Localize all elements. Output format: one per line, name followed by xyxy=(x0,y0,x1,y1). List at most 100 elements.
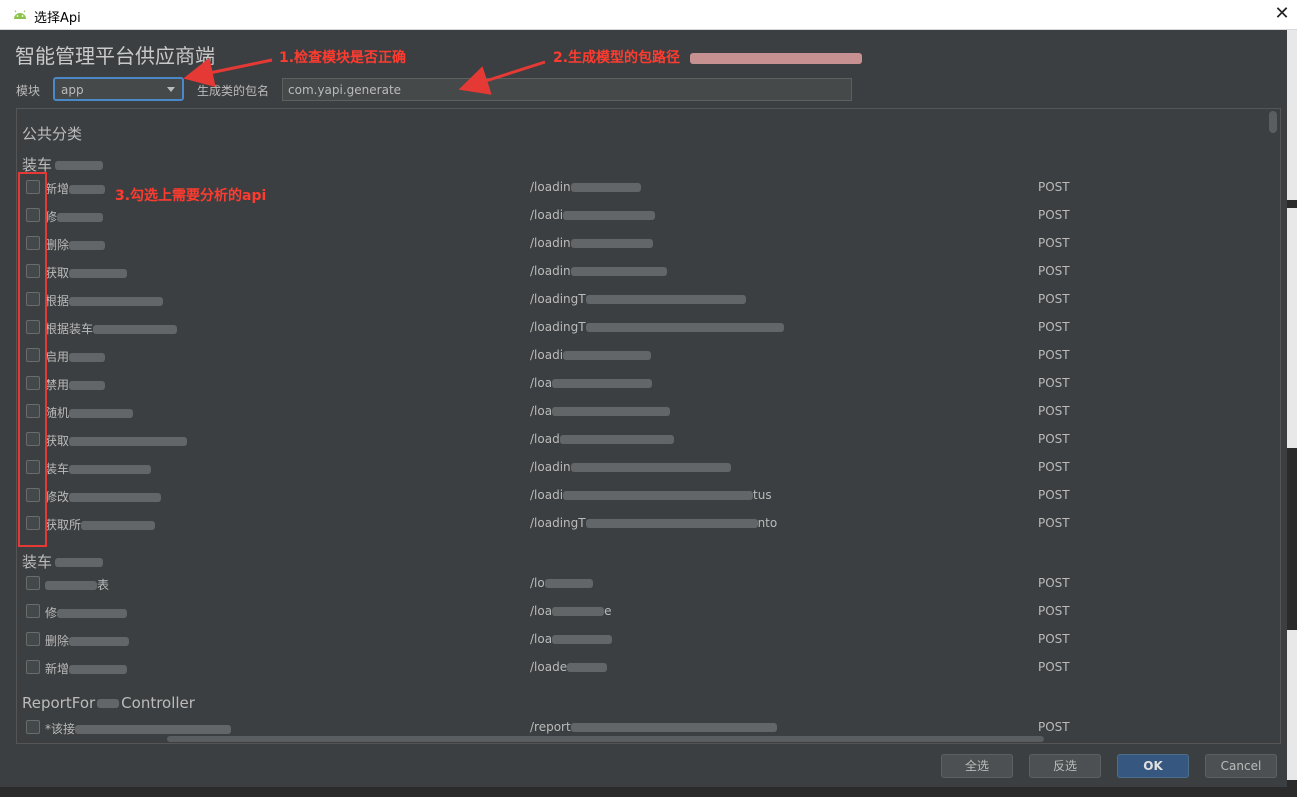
api-method: POST xyxy=(1038,348,1070,362)
api-name: 获取 xyxy=(45,264,128,281)
api-row[interactable]: 启用/loadi POST xyxy=(17,342,1265,370)
api-path: /loadin xyxy=(530,236,653,250)
api-path: /loadin xyxy=(530,180,641,194)
api-row[interactable]: 新增/loade POST xyxy=(17,654,1265,682)
api-method: POST xyxy=(1038,264,1070,278)
select-all-button[interactable]: 全选 xyxy=(941,754,1013,778)
api-method: POST xyxy=(1038,376,1070,390)
api-path: /loadingT xyxy=(530,292,746,306)
api-name: 表 xyxy=(45,576,109,593)
api-method: POST xyxy=(1038,180,1070,194)
chevron-down-icon xyxy=(167,87,175,92)
api-path: /loadi tus xyxy=(530,488,772,502)
annotation-3: 3.勾选上需要分析的api xyxy=(115,188,267,204)
api-method: POST xyxy=(1038,236,1070,250)
package-input[interactable]: com.yapi.generate xyxy=(282,78,852,101)
api-name: 修 xyxy=(45,208,104,225)
category-root: 公共分类 xyxy=(22,125,83,143)
api-path: /load xyxy=(530,432,674,446)
api-name: 修 xyxy=(45,604,128,621)
api-name: 随机 xyxy=(45,404,134,421)
api-row[interactable]: 修改/loadi tus POST xyxy=(17,482,1265,510)
api-row[interactable]: 获取/loadin POST xyxy=(17,258,1265,286)
api-name: 获取所 xyxy=(45,516,156,533)
background-ide-strip xyxy=(1287,30,1297,797)
api-row[interactable]: 修/loadi POST xyxy=(17,202,1265,230)
annotation-highlight-box xyxy=(18,172,47,547)
invert-selection-button[interactable]: 反选 xyxy=(1029,754,1101,778)
api-row[interactable]: 根据/loadingT POST xyxy=(17,286,1265,314)
background-ide-strip-bottom xyxy=(0,787,1297,797)
api-path: /loadi xyxy=(530,208,656,222)
api-method: POST xyxy=(1038,404,1070,418)
api-method: POST xyxy=(1038,460,1070,474)
api-path: /loa e xyxy=(530,604,612,618)
api-row[interactable]: 获取/load POST xyxy=(17,426,1265,454)
api-row[interactable]: 获取所/loadingT nto POST xyxy=(17,510,1265,538)
api-path: /loadingT nto xyxy=(530,516,778,530)
android-icon xyxy=(14,10,26,19)
module-select[interactable]: app xyxy=(53,77,184,101)
api-name: 修改 xyxy=(45,488,162,505)
horizontal-scrollbar[interactable] xyxy=(167,736,1044,742)
api-name: *该接 xyxy=(45,720,232,737)
annotation-2: 2.生成模型的包路径 xyxy=(553,47,863,67)
window-title: 选择Api xyxy=(34,11,81,26)
api-path: /lo xyxy=(530,576,593,590)
api-name: 获取 xyxy=(45,432,188,449)
project-heading: 智能管理平台供应商端 xyxy=(15,44,215,68)
row-checkbox[interactable] xyxy=(26,576,40,590)
row-checkbox[interactable] xyxy=(26,720,40,734)
row-checkbox[interactable] xyxy=(26,660,40,674)
group-header: ReportFor Controller xyxy=(22,694,195,712)
api-method: POST xyxy=(1038,488,1070,502)
api-method: POST xyxy=(1038,516,1070,530)
api-row[interactable]: 删除/loa POST xyxy=(17,626,1265,654)
api-path: /loadin xyxy=(530,264,667,278)
api-name: 删除 xyxy=(45,236,106,253)
api-name: 新增 xyxy=(45,660,128,677)
api-method: POST xyxy=(1038,604,1070,618)
api-method: POST xyxy=(1038,660,1070,674)
api-row[interactable]: 表/lo POST xyxy=(17,570,1265,598)
api-name: 删除 xyxy=(45,632,130,649)
api-path: /loa xyxy=(530,632,613,646)
cancel-button[interactable]: Cancel xyxy=(1205,754,1277,778)
api-name: 装车 xyxy=(45,460,152,477)
api-row[interactable]: 装车/loadin POST xyxy=(17,454,1265,482)
group-header: 装车 xyxy=(22,551,104,572)
package-label: 生成类的包名 xyxy=(197,84,270,98)
api-method: POST xyxy=(1038,632,1070,646)
api-name: 新增 xyxy=(45,180,106,197)
api-row[interactable]: 删除/loadin POST xyxy=(17,230,1265,258)
api-row[interactable]: 修/loa e POST xyxy=(17,598,1265,626)
api-name: 启用 xyxy=(45,348,106,365)
api-path: /loa xyxy=(530,404,671,418)
api-row[interactable]: 随机/loa POST xyxy=(17,398,1265,426)
ok-button[interactable]: OK xyxy=(1117,754,1189,778)
api-method: POST xyxy=(1038,720,1070,734)
api-method: POST xyxy=(1038,292,1070,306)
annotation-1: 1.检查模块是否正确 xyxy=(279,50,407,66)
api-path: /loade xyxy=(530,660,608,674)
api-method: POST xyxy=(1038,432,1070,446)
api-method: POST xyxy=(1038,208,1070,222)
api-path: /loadi xyxy=(530,348,652,362)
api-row[interactable]: 禁用/loa POST xyxy=(17,370,1265,398)
api-name: 根据装车 xyxy=(45,320,178,337)
module-label: 模块 xyxy=(16,84,41,98)
close-icon[interactable]: ✕ xyxy=(1267,0,1297,30)
api-path: /loa xyxy=(530,376,653,390)
module-select-value: app xyxy=(61,83,84,97)
api-path: /loadin xyxy=(530,460,731,474)
api-name: 根据 xyxy=(45,292,164,309)
row-checkbox[interactable] xyxy=(26,604,40,618)
api-method: POST xyxy=(1038,576,1070,590)
api-row[interactable]: 根据装车/loadingT POST xyxy=(17,314,1265,342)
api-path: /loadingT xyxy=(530,320,784,334)
api-path: /report xyxy=(530,720,777,734)
api-name: 禁用 xyxy=(45,376,106,393)
api-method: POST xyxy=(1038,320,1070,334)
vertical-scrollbar[interactable] xyxy=(1269,111,1277,133)
row-checkbox[interactable] xyxy=(26,632,40,646)
